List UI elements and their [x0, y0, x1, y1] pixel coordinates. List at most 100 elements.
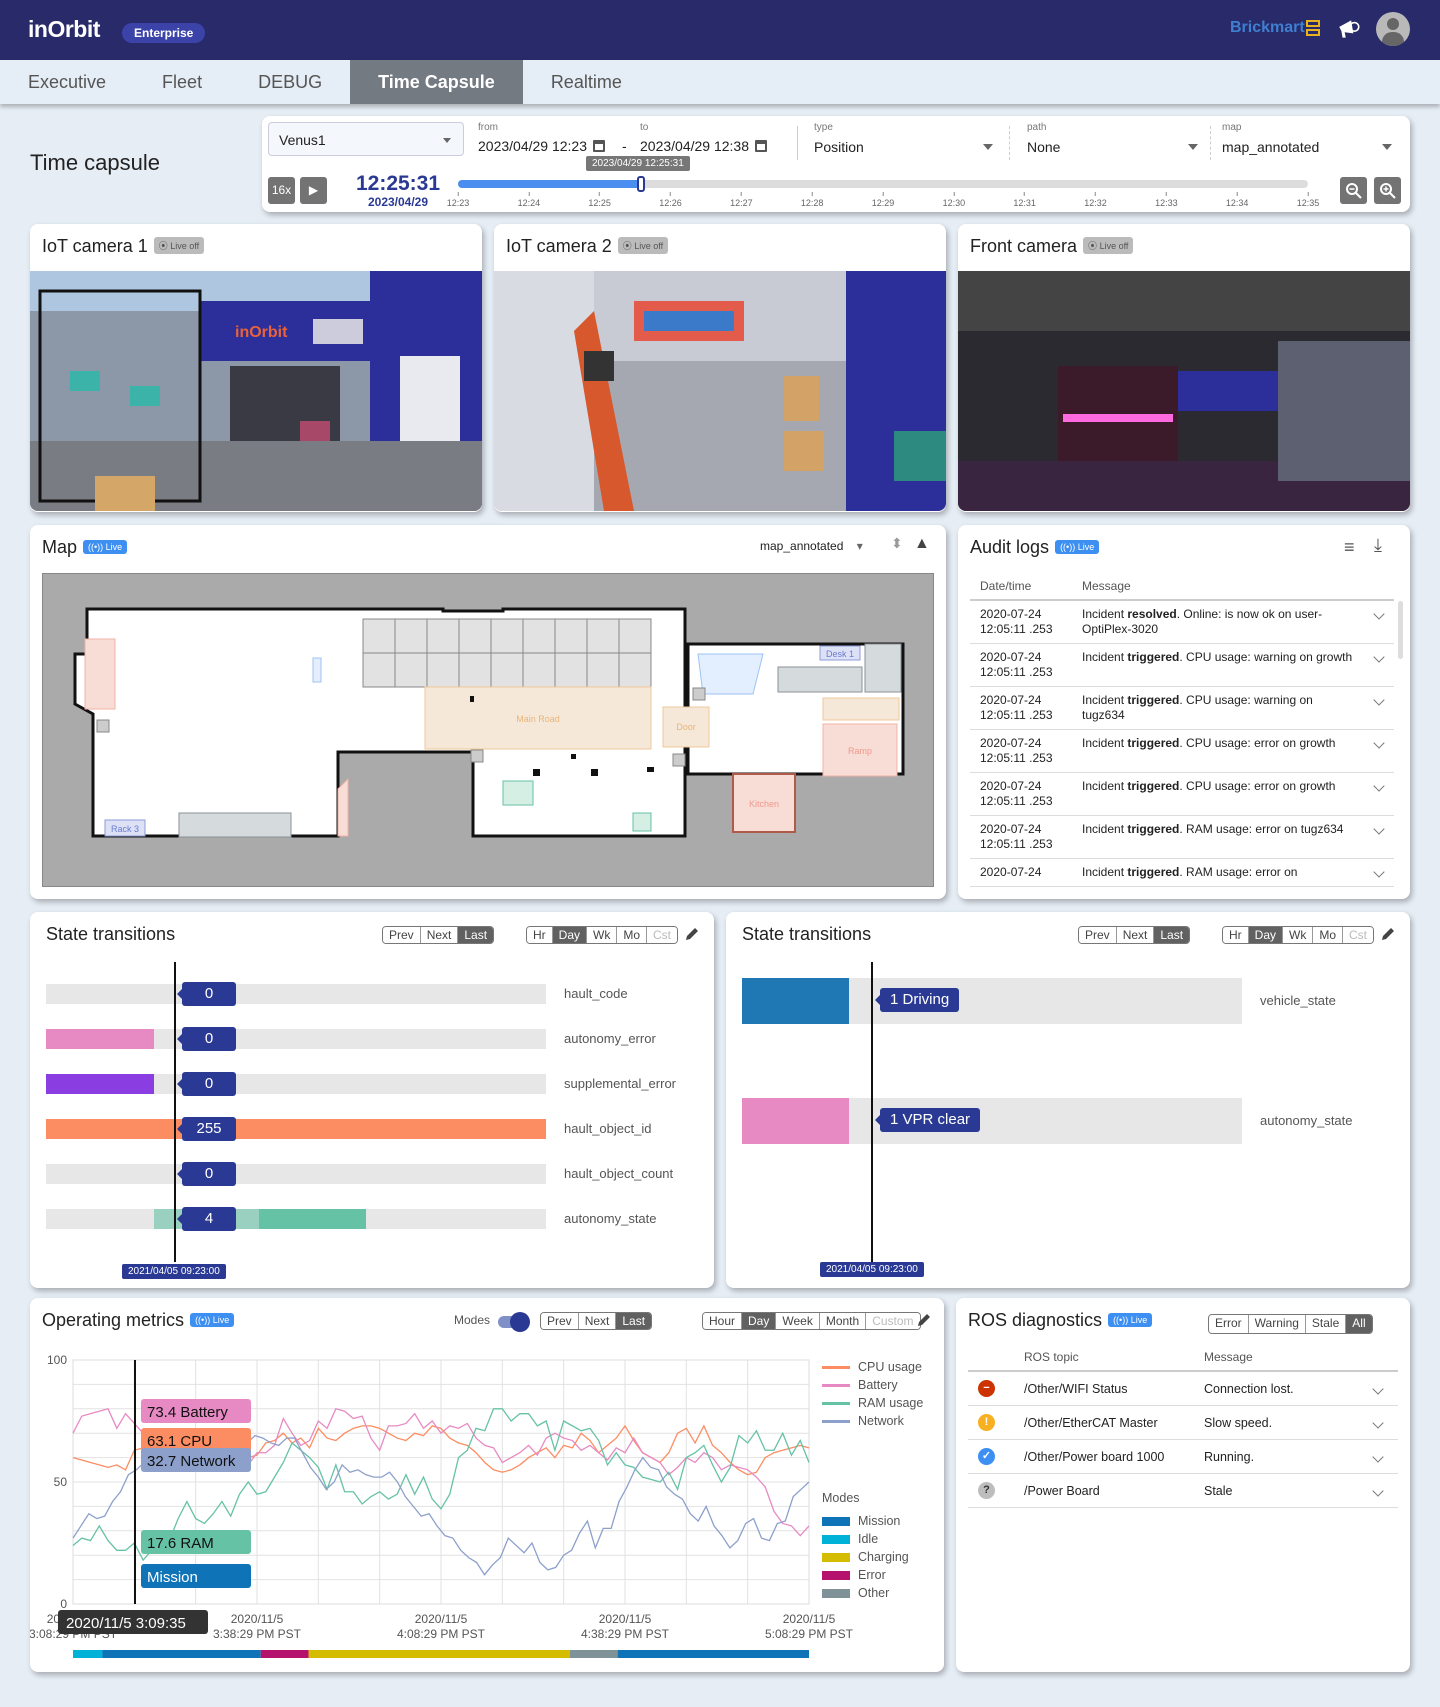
- filter-error-button[interactable]: Error: [1209, 1315, 1249, 1333]
- last-button[interactable]: Last: [458, 927, 494, 943]
- tab-realtime[interactable]: Realtime: [523, 60, 650, 104]
- legend-item[interactable]: CPU usage: [822, 1358, 923, 1376]
- inorbit-logo[interactable]: inOrbit: [28, 16, 100, 43]
- timeline-tick-label: 12:30: [943, 192, 966, 208]
- log-message-prefix: Incident: [1082, 736, 1128, 750]
- range-custom-button[interactable]: Cst: [1343, 927, 1374, 943]
- filter-stale-button[interactable]: Stale: [1305, 1315, 1347, 1333]
- expand-chevron-icon[interactable]: [1373, 651, 1385, 663]
- expand-chevron-icon[interactable]: [1373, 823, 1385, 835]
- edit-pencil-icon[interactable]: [684, 926, 700, 942]
- current-time: 12:25:31: [355, 172, 441, 195]
- range-day-button[interactable]: Day: [1248, 927, 1284, 943]
- calendar-icon[interactable]: [593, 140, 605, 152]
- state-track[interactable]: [46, 1074, 546, 1094]
- tab-fleet[interactable]: Fleet: [134, 60, 230, 104]
- range-week-button[interactable]: Wk: [587, 927, 618, 943]
- audit-log-row[interactable]: 2020-07-24 12:05:11 .253 Incident triggere…: [970, 772, 1394, 816]
- next-button[interactable]: Next: [1116, 927, 1155, 943]
- timeline-handle[interactable]: [636, 176, 645, 192]
- expand-chevron-icon[interactable]: [1373, 694, 1385, 706]
- prev-button[interactable]: Prev: [1079, 927, 1117, 943]
- state-track[interactable]: [742, 1098, 1242, 1144]
- timeline-slider[interactable]: [458, 176, 1308, 192]
- expand-chevron-icon[interactable]: [1372, 1416, 1384, 1429]
- prev-button[interactable]: Prev: [383, 927, 421, 943]
- range-day-button[interactable]: Day: [552, 927, 588, 943]
- state-track[interactable]: [46, 1164, 546, 1184]
- state-track[interactable]: [46, 1029, 546, 1049]
- ros-row[interactable]: ✓ /Other/Power board 1000 Running.: [968, 1439, 1398, 1474]
- timeline-progress: [458, 180, 641, 188]
- path-select[interactable]: None: [1027, 139, 1197, 155]
- map-select[interactable]: map_annotated: [1222, 139, 1402, 155]
- state-track[interactable]: [46, 1209, 546, 1229]
- legend-item[interactable]: Battery: [822, 1376, 923, 1394]
- compass-icon[interactable]: ⬍: [891, 535, 903, 552]
- state-track[interactable]: [742, 978, 1242, 1024]
- tab-time-capsule[interactable]: Time Capsule: [350, 60, 523, 104]
- expand-chevron-icon[interactable]: [1373, 780, 1385, 792]
- next-button[interactable]: Next: [420, 927, 459, 943]
- filter-icon[interactable]: ≡: [1344, 537, 1355, 558]
- user-avatar-icon[interactable]: [1376, 12, 1410, 46]
- ros-row[interactable]: ! /Other/EtherCAT Master Slow speed.: [968, 1405, 1398, 1440]
- ros-row[interactable]: − /Other/WIFI Status Connection lost.: [968, 1371, 1398, 1406]
- from-label: from: [478, 122, 498, 133]
- cursor-time-label: 2021/04/05 09:23:00: [122, 1264, 226, 1279]
- type-select[interactable]: Position: [814, 139, 994, 155]
- camera-feed-image[interactable]: [494, 271, 946, 511]
- range-month-button[interactable]: Mo: [1313, 927, 1344, 943]
- zone-label-desk-1: Desk 1: [826, 649, 854, 659]
- range-custom-button[interactable]: Cst: [647, 927, 678, 943]
- zoom-in-button[interactable]: [1374, 177, 1401, 204]
- log-message-detail: . RAM usage: error on tugz634: [1179, 822, 1344, 836]
- audit-log-row[interactable]: 2020-07-24 12:05:11 .253 Incident triggere…: [970, 686, 1394, 730]
- playback-speed-button[interactable]: 16x: [268, 177, 295, 204]
- audit-log-row[interactable]: 2020-07-24 12:05:11 .253 Incident triggere…: [970, 815, 1394, 859]
- state-track[interactable]: [46, 984, 546, 1004]
- audit-log-row[interactable]: 2020-07-24 12:05:11 .253 Incident triggere…: [970, 729, 1394, 773]
- expand-chevron-icon[interactable]: [1373, 737, 1385, 749]
- zoom-out-button[interactable]: [1340, 177, 1367, 204]
- tab-debug[interactable]: DEBUG: [230, 60, 350, 104]
- download-icon[interactable]: ⤓: [1374, 535, 1382, 556]
- edit-pencil-icon[interactable]: [1380, 926, 1396, 942]
- column-header-ros-topic: ROS topic: [1024, 1344, 1204, 1372]
- legend-item[interactable]: Network: [822, 1412, 923, 1430]
- expand-chevron-icon[interactable]: [1373, 608, 1385, 620]
- state-track[interactable]: [46, 1119, 546, 1139]
- scrollbar[interactable]: [1398, 601, 1403, 659]
- from-date-field[interactable]: 2023/04/29 12:23: [478, 138, 605, 154]
- play-button[interactable]: ▶: [300, 177, 327, 204]
- filter-all-button[interactable]: All: [1346, 1315, 1372, 1333]
- announcement-megaphone-icon[interactable]: [1336, 16, 1362, 42]
- time-cursor[interactable]: [174, 962, 176, 1262]
- filter-warning-button[interactable]: Warning: [1248, 1315, 1306, 1333]
- map-select[interactable]: map_annotated ▾: [760, 539, 863, 553]
- calendar-icon[interactable]: [755, 140, 767, 152]
- robot-select[interactable]: Venus1: [268, 122, 464, 156]
- camera-feed-image[interactable]: [958, 271, 1410, 511]
- camera-feed-image[interactable]: inOrbit: [30, 271, 482, 511]
- audit-log-row[interactable]: 2020-07-24 12:05:11 .253 Incident resolved…: [970, 600, 1394, 644]
- to-date-field[interactable]: 2023/04/29 12:38: [640, 138, 767, 154]
- last-button[interactable]: Last: [1154, 927, 1190, 943]
- metrics-chart[interactable]: 0501002020/11/53:08:29 PM PST2020/11/53:…: [30, 1298, 944, 1672]
- expand-chevron-icon[interactable]: [1373, 866, 1385, 878]
- time-cursor[interactable]: [871, 962, 873, 1262]
- expand-chevron-icon[interactable]: [1372, 1450, 1384, 1463]
- navigate-arrow-icon[interactable]: ▲: [914, 535, 930, 553]
- audit-log-row[interactable]: 2020-07-24 Incident triggered. RAM usage:…: [970, 858, 1394, 887]
- range-hour-button[interactable]: Hr: [527, 927, 553, 943]
- tab-executive[interactable]: Executive: [0, 60, 134, 104]
- ros-row[interactable]: ? /Power Board Stale: [968, 1473, 1398, 1508]
- map-canvas[interactable]: Main Road Door Desk 1 Ramp Kitchen Rack …: [42, 573, 934, 887]
- legend-item[interactable]: RAM usage: [822, 1394, 923, 1412]
- expand-chevron-icon[interactable]: [1372, 1484, 1384, 1497]
- range-week-button[interactable]: Wk: [1283, 927, 1314, 943]
- audit-log-row[interactable]: 2020-07-24 12:05:11 .253 Incident triggere…: [970, 643, 1394, 687]
- range-hour-button[interactable]: Hr: [1223, 927, 1249, 943]
- expand-chevron-icon[interactable]: [1372, 1382, 1384, 1395]
- range-month-button[interactable]: Mo: [617, 927, 648, 943]
